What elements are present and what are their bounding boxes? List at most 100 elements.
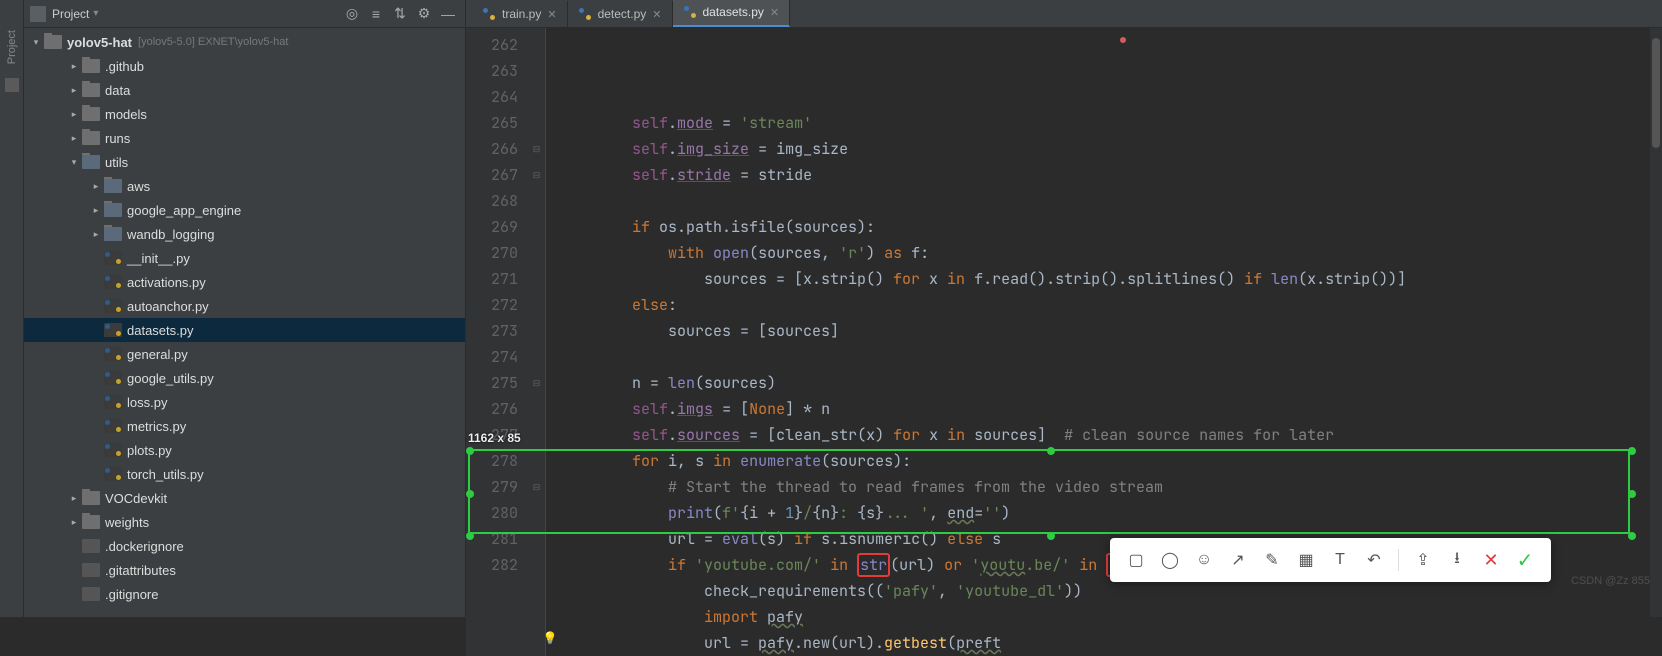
code-line[interactable]: if os.path.isfile(sources): [560,214,1662,240]
circle-tool-icon[interactable]: ◯ [1160,550,1180,570]
line-number: 264 [466,84,518,110]
tab-train-py[interactable]: train.py ✕ [472,1,568,27]
collapse-button[interactable]: ⇅ [389,3,411,25]
tree-item-plots-py[interactable]: plots.py [24,438,465,462]
fold-mark[interactable]: ⊟ [528,136,545,162]
code-line[interactable] [560,344,1662,370]
code-line[interactable]: print(f'{i + 1}/{n}: {s}... ', end='') [560,500,1662,526]
tree-item-datasets-py[interactable]: datasets.py [24,318,465,342]
fold-mark [528,318,545,344]
tree-item-torch-utils-py[interactable]: torch_utils.py [24,462,465,486]
tree-item-autoanchor-py[interactable]: autoanchor.py [24,294,465,318]
code-line[interactable]: else: [560,292,1662,318]
tree-item-runs[interactable]: runs [24,126,465,150]
code-line[interactable]: n = len(sources) [560,370,1662,396]
cancel-icon[interactable]: ✕ [1481,550,1501,570]
tree-item-google-app-engine[interactable]: google_app_engine [24,198,465,222]
project-tab-icon[interactable] [5,78,19,92]
fold-mark [528,84,545,110]
code-line[interactable]: sources = [sources] [560,318,1662,344]
code-line[interactable] [560,188,1662,214]
tree-item--github[interactable]: .github [24,54,465,78]
tab-detect-py[interactable]: detect.py✕ [568,1,673,27]
expand-button[interactable]: ≡ [365,3,387,25]
text-tool-icon[interactable]: T [1330,550,1350,570]
tree-item--init-py[interactable]: __init__.py [24,246,465,270]
project-icon [30,6,46,22]
pen-tool-icon[interactable]: ✎ [1262,550,1282,570]
tree-item--gitignore[interactable]: .gitignore [24,582,465,606]
mosaic-tool-icon[interactable]: ▦ [1296,550,1316,570]
editor-scrollbar[interactable] [1650,28,1662,617]
code-line[interactable]: sources = [x.strip() for x in f.read().s… [560,266,1662,292]
tab-datasets-py[interactable]: datasets.py✕ [673,0,791,27]
project-label[interactable]: Project [52,7,89,21]
hide-button[interactable]: — [437,3,459,25]
locate-button[interactable]: ◎ [341,3,363,25]
settings-gear-icon[interactable]: ⚙ [413,3,435,25]
fold-mark [528,188,545,214]
tree-item-google-utils-py[interactable]: google_utils.py [24,366,465,390]
intention-bulb-icon[interactable]: 💡 [542,630,558,646]
undo-icon[interactable]: ↶ [1364,550,1384,570]
scrollbar-thumb[interactable] [1652,38,1660,148]
tree-item-data[interactable]: data [24,78,465,102]
rect-tool-icon[interactable]: ▢ [1126,550,1146,570]
close-icon[interactable]: ✕ [547,8,556,21]
fold-mark[interactable]: ⊟ [528,370,545,396]
download-icon[interactable]: ⭳ [1447,550,1467,570]
code-line[interactable]: # Start the thread to read frames from t… [560,474,1662,500]
code-line[interactable]: with open(sources, 'r') as f: [560,240,1662,266]
line-number: 263 [466,58,518,84]
tree-item-metrics-py[interactable]: metrics.py [24,414,465,438]
share-icon[interactable]: ⇪ [1413,550,1433,570]
tree-item-label: .gitattributes [105,563,176,578]
tree-item--dockerignore[interactable]: .dockerignore [24,534,465,558]
emoji-tool-icon[interactable]: ☺ [1194,550,1214,570]
close-icon[interactable]: ✕ [770,6,779,19]
tree-item-label: VOCdevkit [105,491,167,506]
code-line[interactable]: self.imgs = [None] * n [560,396,1662,422]
python-file-icon [482,7,496,21]
code-line[interactable]: import pafy💡 [560,604,1662,630]
tree-item-general-py[interactable]: general.py [24,342,465,366]
tree-item--gitattributes[interactable]: .gitattributes [24,558,465,582]
confirm-icon[interactable]: ✓ [1515,550,1535,570]
code-line[interactable]: self.sources = [clean_str(x) for x in so… [560,422,1662,448]
code-line[interactable]: for i, s in enumerate(sources): [560,448,1662,474]
code-line[interactable]: self.mode = 'stream' [560,110,1662,136]
txt-icon [82,539,100,553]
python-file-icon [578,7,592,21]
code-line[interactable]: self.stride = stride [560,162,1662,188]
tree-item-activations-py[interactable]: activations.py [24,270,465,294]
tree-item-utils[interactable]: utils [24,150,465,174]
tree-item-vocdevkit[interactable]: VOCdevkit [24,486,465,510]
tree-item-loss-py[interactable]: loss.py [24,390,465,414]
fold-mark[interactable]: ⊟ [528,474,545,500]
arrow-tool-icon[interactable]: ↗ [1228,550,1248,570]
fold-mark[interactable]: ⊟ [528,162,545,188]
project-tab[interactable]: Project [6,30,18,64]
tree-root[interactable]: yolov5-hat[yolov5-5.0] EXNET\yolov5-hat [24,30,465,54]
tree-item-aws[interactable]: aws [24,174,465,198]
tree-item-label: __init__.py [127,251,190,266]
tree-item-wandb-logging[interactable]: wandb_logging [24,222,465,246]
tree-item-label: runs [105,131,130,146]
project-dropdown-icon[interactable]: ▾ [93,8,98,19]
line-number: 275 [466,370,518,396]
tree-item-label: activations.py [127,275,206,290]
tree-item-label: data [105,83,130,98]
tree-item-label: wandb_logging [127,227,214,242]
code-line[interactable]: url = pafy.new(url).getbest(preft [560,630,1662,656]
tab-label: train.py [502,7,541,21]
fold-mark [528,110,545,136]
tree-item-label: .gitignore [105,587,158,602]
py-icon [104,299,122,313]
fold-mark [528,240,545,266]
code-line[interactable]: self.img_size = img_size [560,136,1662,162]
tree-item-models[interactable]: models [24,102,465,126]
close-icon[interactable]: ✕ [652,8,661,21]
folder-icon [82,107,100,121]
tree-item-weights[interactable]: weights [24,510,465,534]
folder-icon [82,83,100,97]
